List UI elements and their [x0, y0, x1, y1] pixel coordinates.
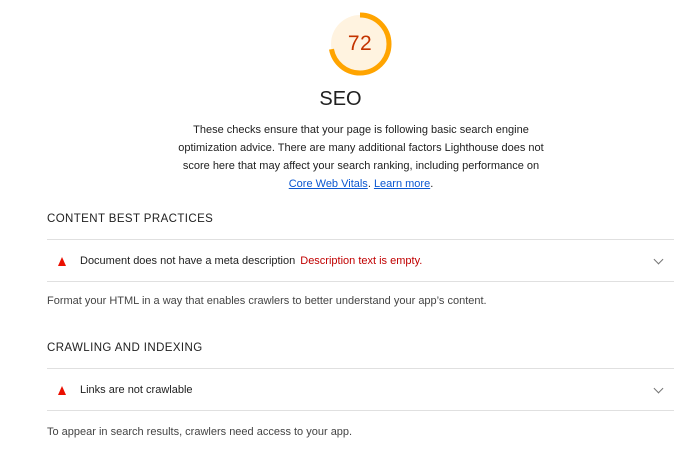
learn-more-link[interactable]: Learn more	[374, 178, 430, 190]
audit-title: Document does not have a meta descriptio…	[80, 255, 296, 267]
score-gauge: 72	[327, 11, 393, 77]
audit-crawlable-links[interactable]: Links are not crawlable	[47, 370, 674, 410]
chevron-down-icon[interactable]	[653, 383, 664, 394]
group-description: Format your HTML in a way that enables c…	[47, 295, 487, 307]
fail-triangle-icon	[58, 385, 66, 395]
divider	[47, 239, 674, 240]
seo-report: 72 SEO These checks ensure that your pag…	[0, 0, 681, 462]
score-value: 72	[347, 32, 373, 55]
divider	[47, 368, 674, 369]
chevron-down-icon[interactable]	[653, 254, 664, 265]
description-text: These checks ensure that your page is fo…	[178, 124, 544, 172]
category-title: SEO	[319, 88, 362, 110]
divider	[47, 281, 674, 282]
divider	[47, 410, 674, 411]
fail-triangle-icon	[58, 256, 66, 266]
category-description: These checks ensure that your page is fo…	[175, 121, 547, 193]
audit-display-value: Description text is empty.	[300, 255, 423, 267]
audit-title: Links are not crawlable	[80, 384, 193, 396]
audit-meta-description[interactable]: Document does not have a meta descriptio…	[47, 241, 674, 281]
description-separator: .	[367, 178, 371, 190]
group-description: To appear in search results, crawlers ne…	[47, 426, 353, 438]
group-title-content-best-practices: CONTENT BEST PRACTICES	[47, 213, 214, 225]
group-title-crawling-and-indexing: CRAWLING AND INDEXING	[47, 342, 203, 354]
description-end: .	[430, 178, 434, 190]
core-web-vitals-link[interactable]: Core Web Vitals	[289, 178, 368, 190]
